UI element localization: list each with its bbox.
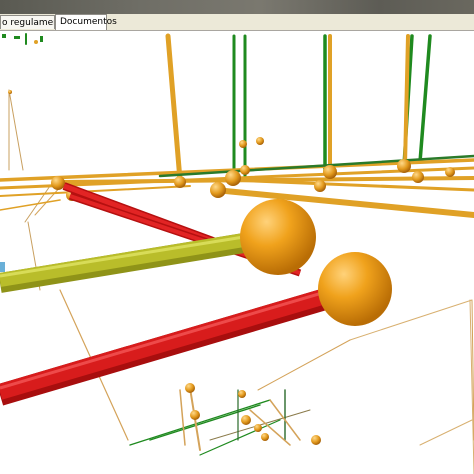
tab-bar: o regulamentar Documentos — [0, 14, 474, 31]
yellowgreen-pipe — [0, 232, 252, 293]
green-mains — [158, 154, 474, 178]
orange-risers — [165, 33, 410, 183]
top-left-fragments — [0, 34, 43, 272]
window-title-strip — [0, 0, 474, 14]
tab-documentos[interactable]: Documentos — [55, 14, 117, 30]
3d-viewport[interactable] — [0, 31, 474, 474]
green-risers — [25, 33, 432, 178]
tab-regulamentar[interactable]: o regulamentar — [0, 15, 55, 29]
pipe-network-scene[interactable] — [0, 31, 474, 474]
